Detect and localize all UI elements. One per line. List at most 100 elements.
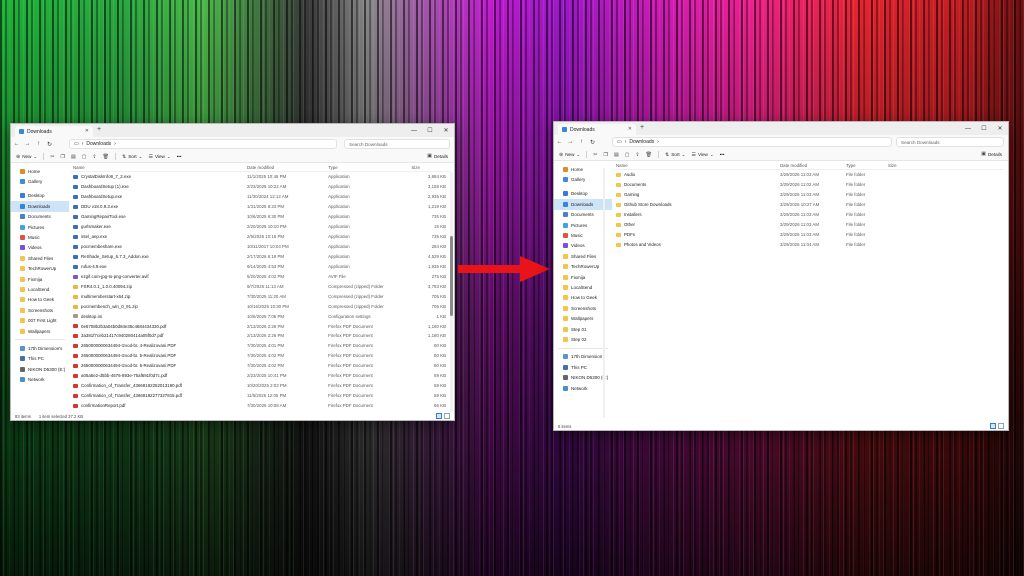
file-row[interactable]: rufus-4.9.exe 9/14/2025 4:53 PM Applicatio… [71,261,450,271]
sidebar-item-17th-dimension-s[interactable]: 17th Dimension's [11,343,69,353]
maximize-icon[interactable]: ☐ [422,124,438,137]
path-input[interactable]: ▭ › Downloads › [612,137,892,147]
refresh-icon[interactable]: ↻ [587,139,598,146]
delete-icon[interactable]: 🗑 [103,154,109,160]
file-row[interactable]: Installers 3/29/2026 11:03 AM File folder [614,210,1004,220]
sidebar-item-documents[interactable]: Documents [11,212,69,222]
sidebar-item-007-first-light[interactable]: 007 First Light [11,315,69,325]
minimize-icon[interactable]: — [960,122,976,135]
paste-icon[interactable]: ▤ [71,154,76,160]
file-row[interactable]: 2650000000634494-Izvod-br. 6-Realizovani… [71,361,450,371]
file-row[interactable]: 3a381f7ceb21417c940280414a05f0d7.pdf 2/13… [71,331,450,341]
file-row[interactable]: ReShade_Setup_6.7.3_Addon.exe 2/17/2026 6… [71,252,450,262]
column-header-date[interactable]: Date modified [247,165,328,170]
copy-icon[interactable]: ❐ [603,152,607,158]
search-input[interactable]: Search Downloads [896,137,1004,147]
sidebar-item-desktop[interactable]: Desktop [11,191,69,201]
back-icon[interactable]: ← [554,139,565,145]
tab-downloads[interactable]: Downloads ✕ [15,126,93,137]
share-icon[interactable]: ⇪ [635,152,639,158]
column-header-date[interactable]: Date modified [780,163,846,168]
file-row[interactable]: 0e6708b2b3a04b0d84e35c4684434330.pdf 2/13… [71,321,450,331]
column-header-size[interactable]: Size [411,165,450,170]
cut-icon[interactable]: ✂ [593,152,597,158]
file-row[interactable]: DashboardSetup.exe 11/30/2024 12:12 AM App… [71,192,450,202]
file-row[interactable]: Confirmation_of_Transfer_436681822773278… [71,391,450,401]
sidebar-item-music[interactable]: Music [11,232,69,242]
view-button[interactable]: ☰ View ⌄ [148,154,170,160]
sidebar-item-pictures[interactable]: Pictures [11,222,69,232]
details-view-icon[interactable] [436,413,442,419]
column-header-type[interactable]: Type [846,163,888,168]
nav-scrollbar[interactable] [603,168,605,418]
sidebar-item-techrowerup[interactable]: TechRowerUp [11,264,69,274]
forward-icon[interactable]: → [22,141,33,147]
file-row[interactable]: Documents 3/29/2026 11:02 AM File folder [614,180,1004,190]
tiles-view-icon[interactable] [444,413,450,419]
scrollbar-thumb[interactable] [450,236,453,316]
file-row[interactable]: multimemberstart-x64.zip 7/30/2025 11:20 … [71,291,450,301]
close-tab-icon[interactable]: ✕ [628,126,632,132]
minimize-icon[interactable]: — [406,124,422,137]
sidebar-item-localsend[interactable]: LocalSend [11,284,69,294]
view-button[interactable]: ☰ View ⌄ [691,152,713,158]
file-row[interactable]: Confirmation_of_Transfer_436681822520131… [71,381,450,391]
file-row[interactable]: Github Store Downloads 3/29/2026 10:27 AM… [614,200,1004,210]
sidebar-item-screenshots[interactable]: Screenshots [11,305,69,315]
file-row[interactable]: pocmembeshare.exe 10/11/2017 10:04 PM Appl… [71,242,450,252]
copy-icon[interactable]: ❐ [60,154,64,160]
sidebar-item-downloads[interactable]: Downloads [11,201,69,212]
search-input[interactable]: Search Downloads [344,139,450,149]
back-icon[interactable]: ← [11,141,22,147]
sidebar-item-network[interactable]: Network [11,374,69,384]
sidebar-item-this-pc[interactable]: This PC [11,354,69,364]
rename-icon[interactable]: ▢ [625,152,630,158]
more-button[interactable]: ••• [177,154,182,159]
file-row[interactable]: Gaming 3/29/2026 11:03 AM File folder [614,190,1004,200]
path-segment[interactable]: Downloads [86,141,111,147]
sidebar-item-fixmija[interactable]: Fixmija [11,274,69,284]
column-header-size[interactable]: Size [888,163,928,168]
sidebar-item-gallery[interactable]: Gallery [11,176,69,186]
file-row[interactable]: desktop.ini 10/6/2025 7:06 PM Configuratio… [71,311,450,321]
close-icon[interactable]: ✕ [438,124,454,137]
file-row[interactable]: 2650000000634494-Izvod-br. 5-Realizovani… [71,351,450,361]
file-row[interactable]: GamingRepairTool.exe 10/6/2025 6:30 PM App… [71,212,450,222]
file-row[interactable]: a05a5e2-d5bb-4576-893e-75af691f0d7c.pdf 2… [71,371,450,381]
add-tab-icon[interactable]: + [640,124,644,131]
column-header-type[interactable]: Type [328,165,411,170]
details-button[interactable]: ▣ Details [981,151,1002,157]
sidebar-item-how-to-geek[interactable]: How to Geek [11,295,69,305]
file-row[interactable]: PDFs 3/29/2026 11:03 AM File folder [614,230,1004,240]
new-button[interactable]: ⊕ New ⌄ [559,152,580,158]
file-row[interactable]: pocmembench_win_0_91.zip 10/16/2025 10:30… [71,301,450,311]
rename-icon[interactable]: ▢ [82,154,87,160]
close-icon[interactable]: ✕ [992,122,1008,135]
new-button[interactable]: ⊕ New ⌄ [16,154,37,160]
sidebar-item-shared-files[interactable]: Shared Files [11,253,69,263]
forward-icon[interactable]: → [565,139,576,145]
tab-downloads[interactable]: Downloads ✕ [558,124,636,135]
file-row[interactable]: Photos and Videos 3/29/2026 11:04 AM File … [614,240,1004,250]
paste-icon[interactable]: ▤ [614,152,619,158]
details-button[interactable]: ▣ Details [427,153,448,159]
tiles-view-icon[interactable] [998,423,1004,429]
up-icon[interactable]: ↑ [576,139,587,145]
column-header-name[interactable]: Name [71,165,247,170]
file-row[interactable]: CrystalDiskInfo9_7_2.exe 11/1/2025 10:46 … [71,172,450,182]
path-input[interactable]: ▭ › Downloads › [69,139,337,149]
file-row[interactable]: ezgif.com-jpg-to-png-converter.avif 5/20/… [71,271,450,281]
file-row[interactable]: DDU v18.0.9.3.exe 1/31/2025 8:23 PM Applic… [71,202,450,212]
details-view-icon[interactable] [990,423,996,429]
maximize-icon[interactable]: ☐ [976,122,992,135]
sort-button[interactable]: ⇅ Sort ⌄ [122,154,143,160]
path-segment[interactable]: Downloads [629,139,654,145]
sidebar-item-home[interactable]: Home [11,166,69,176]
add-tab-icon[interactable]: + [97,126,101,133]
sidebar-item-wallpapers[interactable]: Wallpapers [11,326,69,336]
close-tab-icon[interactable]: ✕ [85,128,89,134]
column-header-name[interactable]: Name [614,163,780,168]
file-row[interactable]: Audio 3/29/2026 11:03 AM File folder [614,170,1004,180]
file-row[interactable]: FSR4.0.1_1.0.0.40094.zip 9/7/2025 11:13 A… [71,281,450,291]
file-row[interactable]: 2650000000634494-Izvod-br. 4-Realizovani… [71,341,450,351]
